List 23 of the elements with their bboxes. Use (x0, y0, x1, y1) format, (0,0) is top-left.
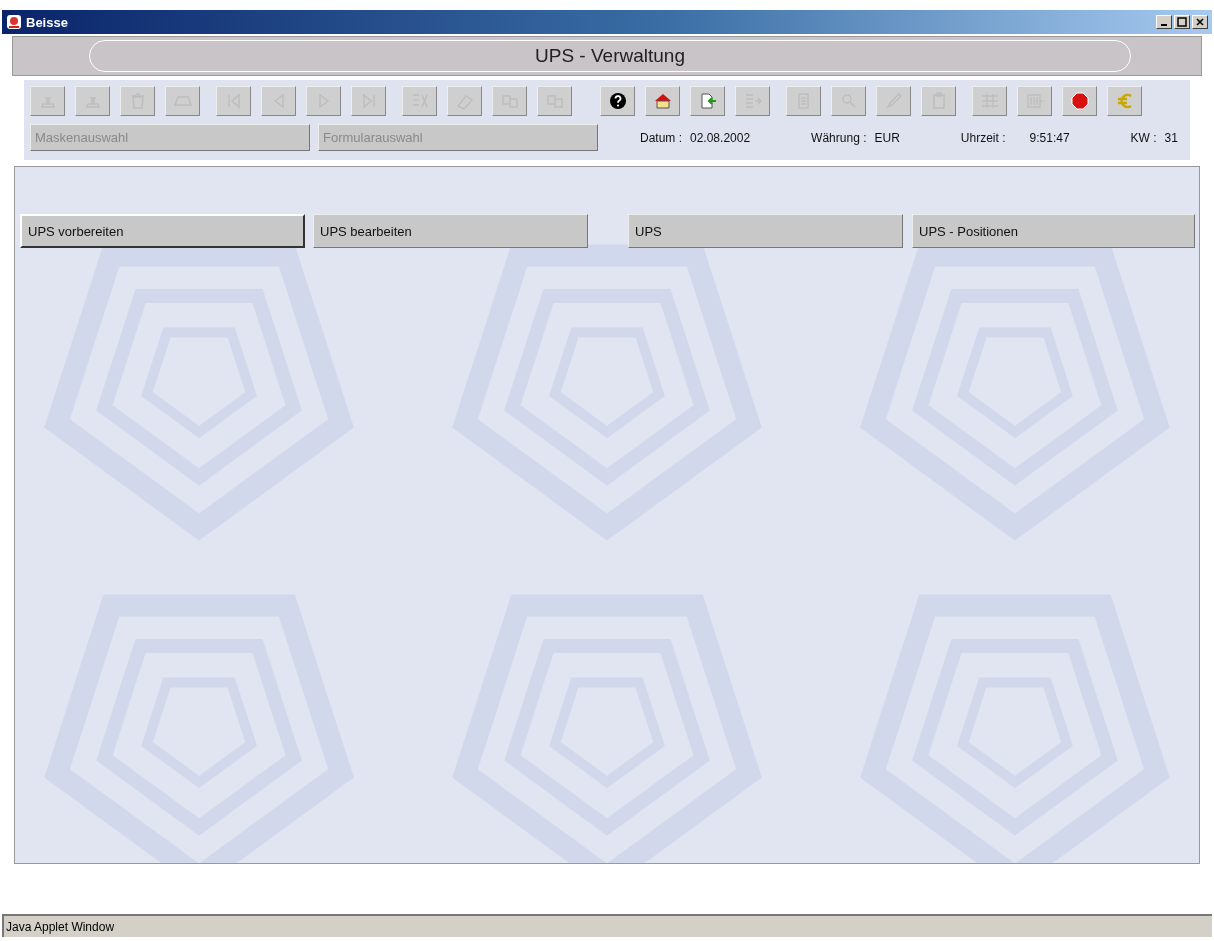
window-title: Beisse (26, 14, 68, 30)
info-label: Datum : (640, 130, 682, 145)
maximize-icon (1177, 17, 1187, 27)
status-bar: Java Applet Window (2, 914, 1212, 937)
app-logo-icon (6, 14, 22, 30)
info-value: 9:51:47 (1029, 130, 1070, 145)
action-button[interactable]: UPS vorbereiten (20, 214, 305, 248)
info-label: KW : (1130, 130, 1157, 145)
maximize-button[interactable] (1174, 15, 1190, 29)
info-label: Währung : (811, 130, 867, 145)
action-button[interactable]: UPS (628, 214, 903, 248)
action-button[interactable]: UPS - Positionen (912, 214, 1195, 248)
info-value: 31 (1164, 130, 1178, 145)
info-value: 02.08.2002 (690, 130, 751, 145)
stop-sign-icon (1068, 90, 1091, 112)
minimize-button[interactable] (1156, 15, 1172, 29)
toolbar-button[interactable] (600, 86, 635, 116)
info-value: EUR (874, 130, 900, 145)
minimize-icon (1161, 24, 1167, 26)
action-button[interactable]: UPS bearbeiten (313, 214, 588, 248)
close-icon (1195, 17, 1205, 27)
info-label: Uhrzeit : (960, 130, 1006, 145)
close-button[interactable] (1192, 15, 1208, 29)
